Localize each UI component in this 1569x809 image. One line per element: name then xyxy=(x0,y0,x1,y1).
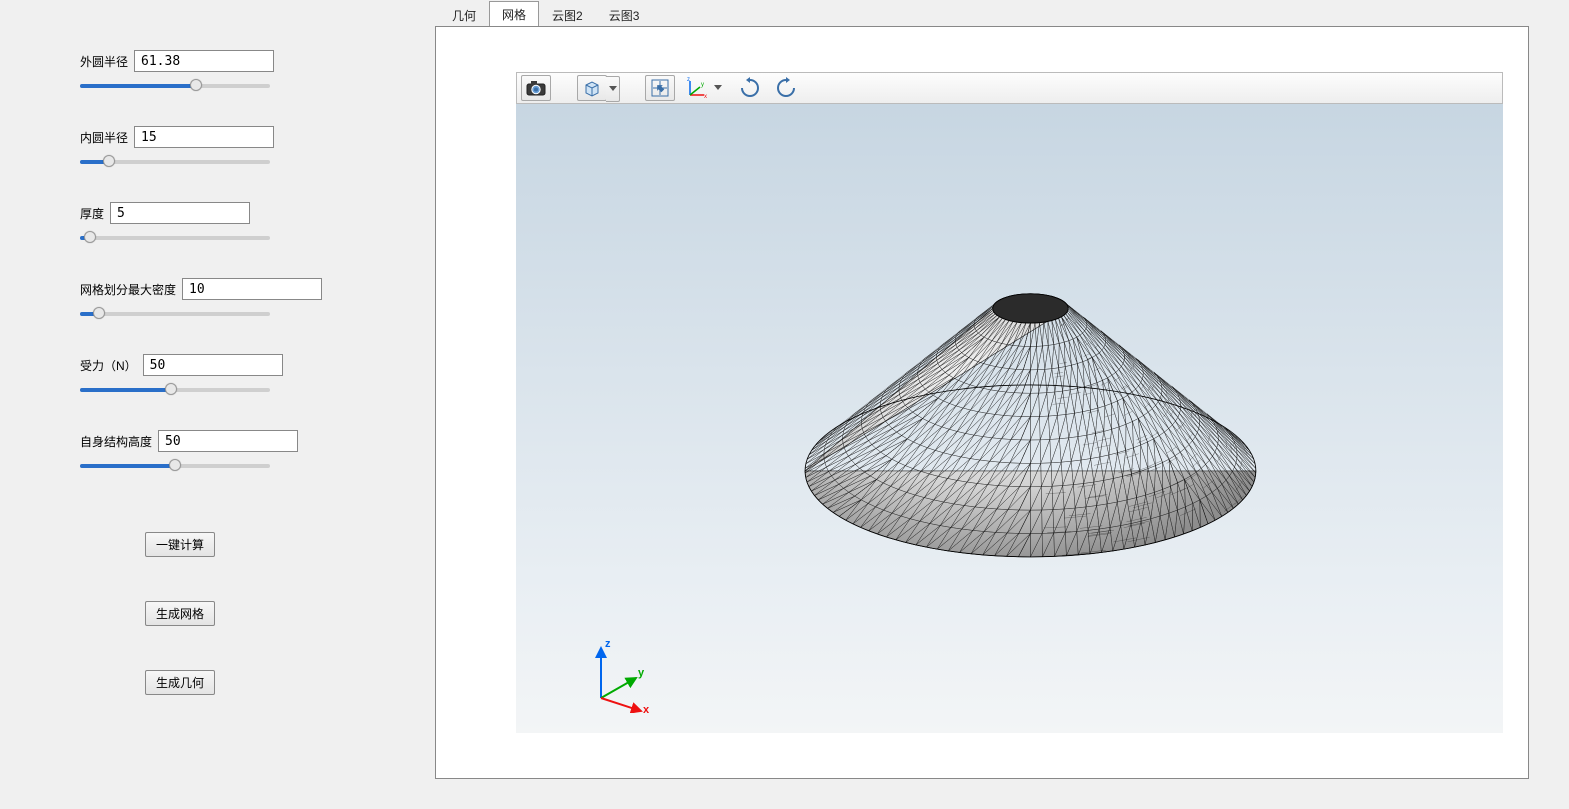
view-inner: z y x xyxy=(516,72,1503,733)
param-label: 内圆半径 xyxy=(80,129,128,146)
svg-text:y: y xyxy=(701,82,704,88)
param-row: 外圆半径 xyxy=(80,50,375,92)
param-row: 厚度 xyxy=(80,202,375,244)
action-buttons: 一键计算 生成网格 生成几何 xyxy=(80,532,375,739)
view-area: 几何网格云图2云图3 xyxy=(435,0,1569,809)
app-root: 外圆半径内圆半径厚度网格划分最大密度受力（N） 自身结构高度 一键计算 生成网格 … xyxy=(0,0,1569,809)
param-label: 受力（N） xyxy=(80,357,137,374)
tab-1[interactable]: 网格 xyxy=(489,1,539,27)
camera-icon xyxy=(526,80,546,96)
axes-triad-button[interactable]: z y x xyxy=(681,75,711,101)
param-slider[interactable] xyxy=(80,306,270,320)
param-row: 受力（N） xyxy=(80,354,375,396)
tab-2[interactable]: 云图2 xyxy=(539,2,596,27)
param-row: 网格划分最大密度 xyxy=(80,278,375,320)
cube-projection-icon xyxy=(582,79,602,97)
mesh-viewport[interactable]: z y x xyxy=(516,104,1503,733)
param-label: 网格划分最大密度 xyxy=(80,281,176,298)
param-input[interactable] xyxy=(134,50,274,72)
param-input[interactable] xyxy=(143,354,283,376)
tab-strip: 几何网格云图2云图3 xyxy=(435,0,1529,26)
param-label: 厚度 xyxy=(80,205,104,222)
view-frame: z y x xyxy=(435,26,1529,779)
svg-text:z: z xyxy=(605,638,611,650)
param-input[interactable] xyxy=(110,202,250,224)
fit-view-button[interactable] xyxy=(645,75,675,101)
param-slider[interactable] xyxy=(80,458,270,472)
tab-3[interactable]: 云图3 xyxy=(596,2,653,27)
generate-geom-button[interactable]: 生成几何 xyxy=(145,670,215,695)
param-label: 自身结构高度 xyxy=(80,433,152,450)
param-slider[interactable] xyxy=(80,154,270,168)
projection-button[interactable] xyxy=(577,75,607,101)
param-input[interactable] xyxy=(134,126,274,148)
projection-dropdown[interactable] xyxy=(606,76,620,102)
camera-button[interactable] xyxy=(521,75,551,101)
param-input[interactable] xyxy=(158,430,298,452)
axis-gizmo: z y x xyxy=(586,633,666,713)
param-slider[interactable] xyxy=(80,230,270,244)
viewer-toolbar: z y x xyxy=(516,72,1503,104)
svg-text:y: y xyxy=(638,667,645,679)
chevron-down-icon xyxy=(609,86,617,92)
param-slider[interactable] xyxy=(80,382,270,396)
param-row: 内圆半径 xyxy=(80,126,375,168)
generate-mesh-button[interactable]: 生成网格 xyxy=(145,601,215,626)
rotate-ccw-icon xyxy=(775,77,797,99)
parameters-panel: 外圆半径内圆半径厚度网格划分最大密度受力（N） 自身结构高度 一键计算 生成网格 … xyxy=(0,0,435,809)
fit-view-icon xyxy=(651,79,669,97)
svg-text:x: x xyxy=(704,94,707,99)
axes-dropdown[interactable] xyxy=(711,75,725,101)
svg-text:z: z xyxy=(687,77,690,83)
param-label: 外圆半径 xyxy=(80,53,128,70)
rotate-cw-button[interactable] xyxy=(735,75,765,101)
tab-0[interactable]: 几何 xyxy=(439,2,489,27)
compute-button[interactable]: 一键计算 xyxy=(145,532,215,557)
chevron-down-icon xyxy=(714,85,722,91)
svg-text:x: x xyxy=(643,704,650,713)
axes-triad-icon: z y x xyxy=(684,77,708,99)
param-slider[interactable] xyxy=(80,78,270,92)
rotate-ccw-button[interactable] xyxy=(771,75,801,101)
param-row: 自身结构高度 xyxy=(80,430,375,472)
param-input[interactable] xyxy=(182,278,322,300)
rotate-cw-icon xyxy=(739,77,761,99)
